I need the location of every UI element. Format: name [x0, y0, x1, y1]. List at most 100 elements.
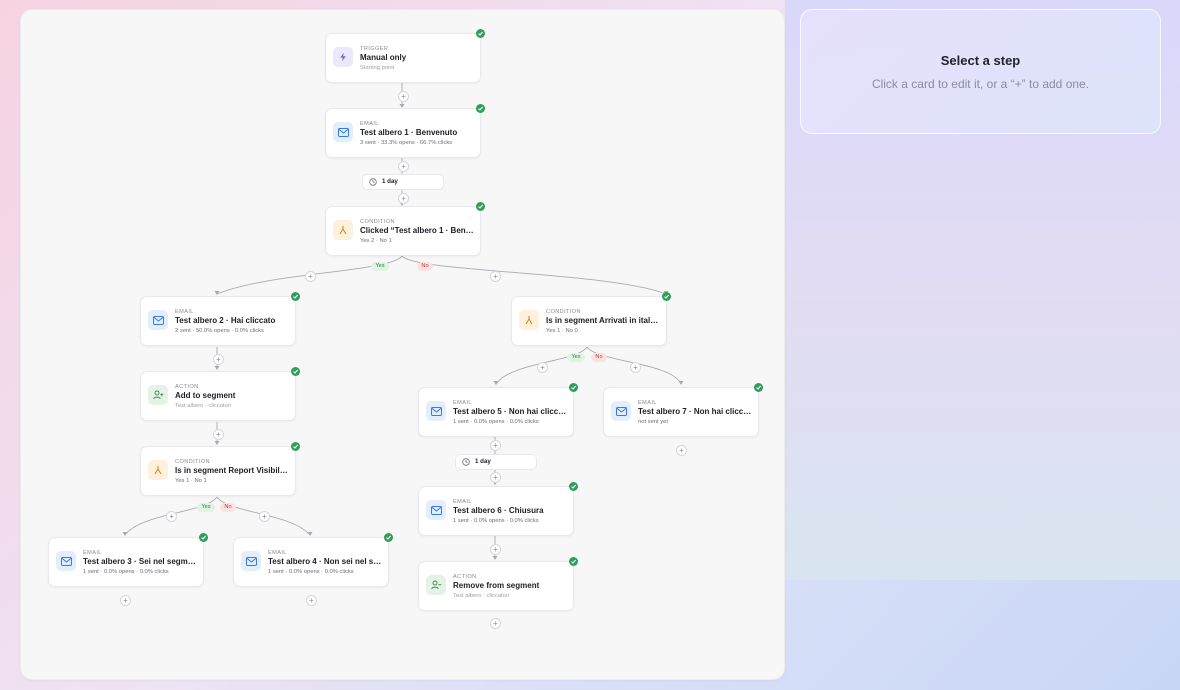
- step-card-condition-1[interactable]: CONDITION Clicked “Test albero 1 · Benve…: [325, 202, 485, 256]
- mail-icon: [241, 551, 261, 571]
- step-card-trigger[interactable]: TRIGGER Manual only Starting point: [325, 29, 485, 83]
- step-title: Clicked “Test albero 1 · Benve...: [360, 226, 474, 235]
- step-type: EMAIL: [175, 309, 194, 315]
- add-step-button[interactable]: +: [213, 354, 224, 365]
- step-meta: 3 sent · 33.3% opens · 66.7% clicks: [360, 140, 453, 146]
- step-meta: not sent yet: [638, 419, 668, 425]
- check-icon: [569, 383, 578, 392]
- branch-yes-badge: Yes: [371, 262, 389, 271]
- step-type: CONDITION: [175, 459, 210, 465]
- add-step-button[interactable]: +: [398, 91, 409, 102]
- add-step-button[interactable]: +: [490, 472, 501, 483]
- workflow-canvas[interactable]: TRIGGER Manual only Starting point + EMA…: [20, 9, 785, 680]
- step-meta: Yes 1 · No 0: [546, 328, 578, 334]
- step-card-email-2[interactable]: EMAIL Test albero 2 · Hai cliccato 2 sen…: [140, 292, 300, 346]
- step-card-email-6[interactable]: EMAIL Test albero 6 · Chiusura 1 sent · …: [418, 482, 578, 536]
- delay-chip[interactable]: 1 day: [455, 454, 537, 470]
- branch-no-badge: No: [220, 503, 236, 512]
- step-meta: 1 sent · 0.0% opens · 0.0% clicks: [268, 569, 354, 575]
- step-title: Manual only: [360, 53, 407, 62]
- add-step-button[interactable]: +: [259, 511, 270, 522]
- check-icon: [199, 533, 208, 542]
- step-title: Test albero 1 · Benvenuto: [360, 128, 458, 137]
- clock-icon: [369, 178, 377, 186]
- step-title: Test albero 4 · Non sei nel seg...: [268, 557, 382, 566]
- clock-icon: [462, 458, 470, 466]
- step-card-action-2[interactable]: ACTION Remove from segment Test albero ·…: [418, 557, 578, 611]
- check-icon: [569, 557, 578, 566]
- add-step-button[interactable]: +: [305, 271, 316, 282]
- check-icon: [291, 442, 300, 451]
- mail-icon: [333, 122, 353, 142]
- step-title: Add to segment: [175, 391, 236, 400]
- delay-label: 1 day: [475, 458, 491, 465]
- branch-icon: [519, 310, 539, 330]
- mail-icon: [148, 310, 168, 330]
- step-title: Test albero 7 · Non hai cliccat...: [638, 407, 752, 416]
- add-step-button[interactable]: +: [490, 440, 501, 451]
- branch-icon: [148, 460, 168, 480]
- step-meta: Yes 1 · No 1: [175, 478, 207, 484]
- add-step-button[interactable]: +: [490, 271, 501, 282]
- step-type: EMAIL: [453, 499, 472, 505]
- step-title: Test albero 2 · Hai cliccato: [175, 316, 276, 325]
- step-meta: Yes 2 · No 1: [360, 238, 392, 244]
- check-icon: [662, 292, 671, 301]
- add-step-button[interactable]: +: [213, 429, 224, 440]
- step-type: EMAIL: [83, 550, 102, 556]
- check-icon: [569, 482, 578, 491]
- add-step-button[interactable]: +: [630, 362, 641, 373]
- step-meta: 2 sent · 50.0% opens · 0.0% clicks: [175, 328, 264, 334]
- step-type: CONDITION: [546, 309, 581, 315]
- step-meta: Test albero · cliccatori: [175, 403, 232, 409]
- mail-icon: [426, 401, 446, 421]
- step-card-action-1[interactable]: ACTION Add to segment Test albero · clic…: [140, 367, 300, 421]
- add-step-button[interactable]: +: [306, 595, 317, 606]
- step-type: EMAIL: [453, 400, 472, 406]
- step-type: ACTION: [453, 574, 477, 580]
- add-step-button[interactable]: +: [120, 595, 131, 606]
- step-title: Test albero 5 · Non hai cliccat...: [453, 407, 567, 416]
- mail-icon: [426, 500, 446, 520]
- check-icon: [476, 29, 485, 38]
- check-icon: [291, 292, 300, 301]
- step-card-email-4[interactable]: EMAIL Test albero 4 · Non sei nel seg...…: [233, 533, 393, 587]
- user-plus-icon: [148, 385, 168, 405]
- add-step-button[interactable]: +: [490, 544, 501, 555]
- check-icon: [476, 202, 485, 211]
- add-step-button[interactable]: +: [537, 362, 548, 373]
- branch-no-badge: No: [417, 262, 433, 271]
- branch-yes-badge: Yes: [197, 503, 215, 512]
- step-title: Test albero 3 · Sei nel segmen...: [83, 557, 197, 566]
- add-step-button[interactable]: +: [676, 445, 687, 456]
- step-type: TRIGGER: [360, 46, 389, 52]
- step-type: EMAIL: [268, 550, 287, 556]
- bolt-icon: [333, 47, 353, 67]
- add-step-button[interactable]: +: [166, 511, 177, 522]
- step-card-email-3[interactable]: EMAIL Test albero 3 · Sei nel segmen... …: [48, 533, 208, 587]
- panel-title: Select a step: [940, 53, 1021, 68]
- add-step-button[interactable]: +: [398, 161, 409, 172]
- delay-chip[interactable]: 1 day: [362, 174, 444, 190]
- step-card-email-7[interactable]: EMAIL Test albero 7 · Non hai cliccat...…: [603, 383, 763, 437]
- mail-icon: [611, 401, 631, 421]
- step-meta: Starting point: [360, 65, 395, 71]
- check-icon: [476, 104, 485, 113]
- step-type: CONDITION: [360, 219, 395, 225]
- step-card-condition-3[interactable]: CONDITION Is in segment Arrivati in ital…: [511, 292, 671, 346]
- step-card-email-1[interactable]: EMAIL Test albero 1 · Benvenuto 3 sent ·…: [325, 104, 485, 158]
- check-icon: [384, 533, 393, 542]
- step-card-email-5[interactable]: EMAIL Test albero 5 · Non hai cliccat...…: [418, 383, 578, 437]
- check-icon: [291, 367, 300, 376]
- branch-icon: [333, 220, 353, 240]
- step-card-condition-2[interactable]: CONDITION Is in segment Report Visibilit…: [140, 442, 300, 496]
- step-meta: 1 sent · 0.0% opens · 0.0% clicks: [453, 518, 539, 524]
- add-step-button[interactable]: +: [398, 193, 409, 204]
- mail-icon: [56, 551, 76, 571]
- step-type: EMAIL: [638, 400, 657, 406]
- step-title: Is in segment Report Visibilit...: [175, 466, 289, 475]
- user-minus-icon: [426, 575, 446, 595]
- check-icon: [754, 383, 763, 392]
- add-step-button[interactable]: +: [490, 618, 501, 629]
- step-type: EMAIL: [360, 121, 379, 127]
